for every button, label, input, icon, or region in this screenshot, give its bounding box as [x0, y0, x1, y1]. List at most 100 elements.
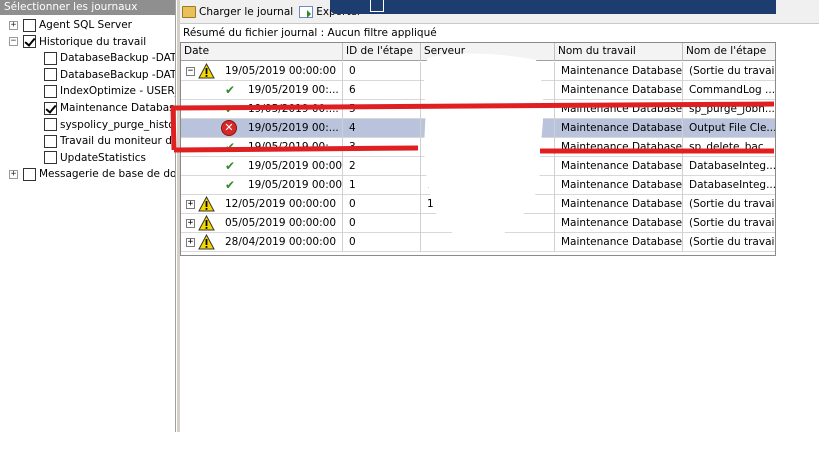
- expand-icon[interactable]: +: [186, 200, 195, 209]
- tree-item[interactable]: + Agent SQL Server: [9, 17, 132, 33]
- tree-item-checkbox[interactable]: [44, 134, 57, 148]
- tree-item-label: Maintenance Database: [60, 102, 176, 114]
- expand-icon[interactable]: +: [9, 169, 18, 179]
- log-selection-title: Sélectionner les journaux: [0, 0, 175, 15]
- tree-item[interactable]: UpdateStatistics: [44, 150, 146, 166]
- tree-item[interactable]: − Historique du travail: [9, 34, 146, 50]
- table-row[interactable]: ✔ 19/05/2019 00:... 6 ...1 Maintenance Datab…: [181, 81, 775, 100]
- column-header-date[interactable]: Date: [181, 43, 343, 61]
- table-row[interactable]: ✔ 19/05/2019 00:... 5 Maintenance Database s…: [181, 100, 775, 119]
- tree-item-label: Messagerie de base de donn: [39, 168, 176, 181]
- cell-job-name: Maintenance Database: [555, 62, 683, 81]
- cell-step-name: (Sortie du travail): [689, 198, 776, 210]
- export-icon: [299, 5, 314, 18]
- cell-step-id: 0: [343, 62, 421, 81]
- tree-item[interactable]: Travail du moniteur de r: [44, 133, 176, 149]
- table-row[interactable]: +28/04/2019 00:00:00 0 Maintenance Databas…: [181, 233, 776, 252]
- cell-step-id: 1: [343, 176, 421, 195]
- expand-icon[interactable]: +: [186, 238, 195, 247]
- cell-job-name: Maintenance Database: [555, 195, 683, 214]
- cell-date: +28/04/2019 00:00:00: [181, 233, 343, 252]
- tree-item-checkbox[interactable]: [44, 68, 57, 82]
- cell-date: +12/05/2019 00:00:00: [181, 195, 343, 214]
- cell-server: [421, 138, 555, 157]
- table-row[interactable]: − 19/05/2019 00:00:00 0 C...\...SQL11\CLU01…: [181, 62, 776, 81]
- load-log-button[interactable]: Charger le journal: [182, 5, 294, 18]
- success-check-icon: ✔: [225, 159, 236, 173]
- tree-item[interactable]: DatabaseBackup -DATA: [44, 50, 175, 66]
- expand-icon[interactable]: +: [9, 20, 18, 30]
- cell-server: 1: [421, 119, 555, 138]
- table-row[interactable]: +12/05/2019 00:00:00 0 1 Maintenance Databa…: [181, 195, 776, 214]
- tree-item-label: IndexOptimize - USER_D: [60, 85, 176, 98]
- table-row[interactable]: ✔19/05/2019 00:00:0011Maintenance Databa…: [181, 176, 776, 195]
- cell-step-name: (Sortie du travail): [689, 65, 776, 77]
- tree-item[interactable]: DatabaseBackup -DATA: [44, 67, 175, 83]
- date-text: 19/05/2019 00:...: [248, 103, 339, 115]
- table-row[interactable]: ✕ 19/05/2019 00:... 4 1 Maintenance Database…: [181, 119, 776, 138]
- cell-server: C...\...SQL11\CLU01: [421, 62, 555, 81]
- column-header-step-name[interactable]: Nom de l'étape: [683, 43, 775, 61]
- cell-step-id: 0: [343, 214, 421, 233]
- tree-item[interactable]: IndexOptimize - USER_D: [44, 83, 176, 99]
- tree-item-checkbox[interactable]: [44, 51, 57, 65]
- tree-item-label: Travail du moniteur de r: [60, 135, 176, 148]
- cell-job-name: Maintenance Database: [555, 100, 683, 119]
- column-header-server[interactable]: Serveur: [421, 43, 555, 61]
- cell-step-name: (Sortie du travail): [689, 236, 776, 248]
- table-row[interactable]: +05/05/2019 00:00:00 0 Maintenance Databas…: [181, 214, 776, 233]
- cell-step-name: Output File Cle...: [689, 122, 776, 134]
- date-text: 19/05/2019 00:00:00: [225, 65, 337, 77]
- column-header-job-name[interactable]: Nom du travail: [555, 43, 683, 61]
- warning-icon: [198, 215, 215, 231]
- tree-item-checkbox[interactable]: [23, 35, 36, 49]
- warning-icon: [198, 63, 215, 79]
- tree-item-checkbox[interactable]: [44, 118, 57, 132]
- date-text: 19/05/2019 00:...: [248, 122, 339, 134]
- cell-job-name: Maintenance Database: [555, 119, 683, 138]
- tree-item-checkbox[interactable]: [44, 101, 57, 115]
- tree-item[interactable]: + Messagerie de base de donn: [9, 166, 176, 182]
- log-selection-panel: Sélectionner les journaux + Agent SQL Ser…: [0, 0, 176, 432]
- date-text: 19/05/2019 00:...: [248, 84, 339, 96]
- success-check-icon: ✔: [225, 83, 236, 97]
- cell-step-id: 0: [343, 195, 421, 214]
- tree-item-checkbox[interactable]: [23, 18, 36, 32]
- load-log-label: Charger le journal: [199, 5, 294, 18]
- table-row[interactable]: ✔ 19/05/2019 00:... 3 Maintenance Database s…: [181, 138, 775, 157]
- cell-server: [421, 100, 555, 119]
- cell-step-id: 2: [343, 157, 421, 176]
- error-icon: ✕: [221, 120, 237, 136]
- expand-icon[interactable]: +: [186, 219, 195, 228]
- date-text: 05/05/2019 00:00:00: [225, 217, 337, 229]
- collapse-icon[interactable]: −: [9, 37, 18, 47]
- date-text: 28/04/2019 00:00:00: [225, 236, 337, 248]
- tree-item[interactable]: syspolicy_purge_history: [44, 117, 175, 133]
- cell-date: +05/05/2019 00:00:00: [181, 214, 343, 233]
- log-summary: Résumé du fichier journal : Aucun filtre…: [183, 27, 437, 39]
- cell-date: ✔ 19/05/2019 00:00:00: [181, 157, 343, 176]
- tree-item-label: Agent SQL Server: [39, 19, 132, 31]
- cell-step-name: (Sortie du travail): [689, 217, 776, 229]
- cell-server: [421, 214, 555, 233]
- cell-server: [421, 233, 555, 252]
- tree-item[interactable]: Maintenance Database: [44, 100, 176, 116]
- cell-step-name: sp_purge_jobh...: [689, 103, 775, 115]
- cell-server: 1: [421, 176, 555, 195]
- cell-date: ✔ 19/05/2019 00:...: [181, 81, 343, 100]
- tree-item-checkbox[interactable]: [23, 167, 36, 181]
- cell-server: ...1: [421, 81, 555, 100]
- cell-step-name: DatabaseInteg...: [689, 179, 776, 191]
- overlay-banner: [330, 0, 776, 14]
- table-row[interactable]: ✔ 19/05/2019 00:00:0021Maintenance Databa…: [181, 157, 775, 176]
- tree-item-checkbox[interactable]: [44, 84, 57, 98]
- cell-server: 1: [421, 157, 555, 176]
- success-check-icon: ✔: [225, 102, 236, 116]
- warning-icon: [198, 196, 215, 212]
- cell-step-id: 3: [343, 138, 421, 157]
- log-grid[interactable]: Date ID de l'étape Serveur Nom du travai…: [180, 42, 776, 256]
- success-check-icon: ✔: [225, 140, 236, 154]
- column-header-step-id[interactable]: ID de l'étape: [343, 43, 421, 61]
- collapse-icon[interactable]: −: [186, 67, 195, 76]
- tree-item-checkbox[interactable]: [44, 151, 57, 165]
